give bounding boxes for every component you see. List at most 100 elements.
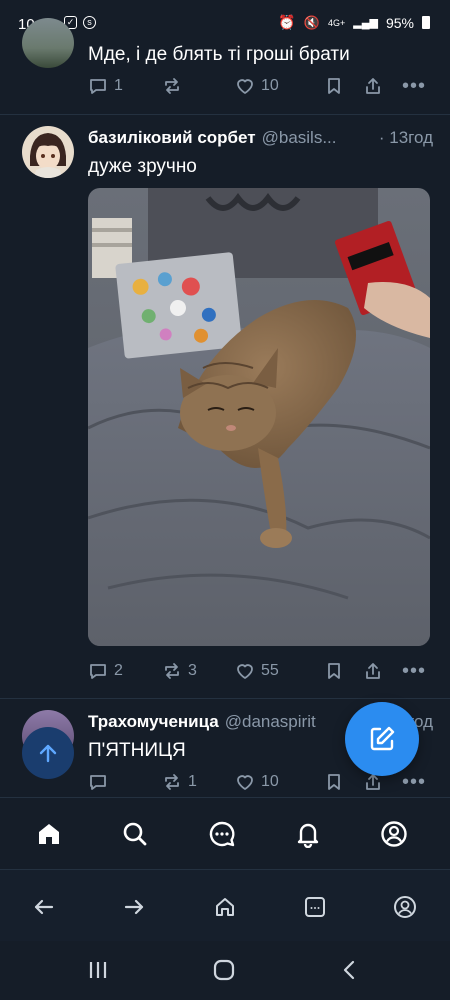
share-icon — [366, 663, 380, 679]
battery-level: 95% — [385, 14, 414, 31]
like-button[interactable]: 10 — [235, 76, 279, 96]
system-home-button[interactable] — [212, 958, 236, 987]
profile-icon — [381, 821, 407, 847]
nav-notifications[interactable] — [290, 816, 326, 852]
post-time: · 13год — [378, 128, 433, 147]
repost-icon — [165, 663, 179, 679]
repost-button[interactable]: 3 — [162, 661, 197, 681]
more-options-button[interactable]: ••• — [402, 660, 426, 683]
system-back-button[interactable] — [338, 958, 362, 987]
search-icon — [123, 822, 147, 846]
browser-back-button[interactable] — [27, 890, 61, 924]
nav-chat[interactable] — [204, 816, 240, 852]
anime-avatar-icon — [30, 133, 66, 178]
like-count: 55 — [261, 662, 279, 679]
reply-count: 1 — [114, 77, 123, 94]
chevron-left-icon — [343, 960, 355, 980]
mute-icon: 🔇 — [303, 14, 320, 30]
more-options-button[interactable]: ••• — [402, 75, 426, 98]
nav-search[interactable] — [117, 816, 153, 852]
browser-account-button[interactable] — [388, 890, 422, 924]
repost-button[interactable]: 1 — [162, 772, 197, 792]
repost-count: 3 — [188, 662, 197, 679]
author-name[interactable]: Трахомученица — [88, 712, 219, 732]
network-type: 4G+ — [327, 17, 346, 28]
author-name[interactable]: базиліковий сорбет — [88, 128, 256, 148]
bookmark-icon — [328, 774, 340, 790]
arrow-right-icon — [124, 899, 144, 915]
reply-count: 2 — [114, 662, 123, 679]
bookmark-icon — [328, 663, 340, 679]
compose-icon — [370, 726, 395, 751]
nav-profile[interactable] — [376, 816, 412, 852]
app-bottom-nav — [0, 797, 450, 870]
post-avatar[interactable] — [22, 126, 74, 178]
bookmark-icon — [328, 78, 340, 94]
tabs-icon — [305, 897, 325, 917]
compose-post-button[interactable] — [345, 702, 419, 776]
heart-icon — [237, 775, 253, 790]
bookmark-button[interactable] — [324, 772, 344, 792]
post-actions: 2 3 55 ••• — [88, 657, 430, 685]
more-icon: ••• — [402, 659, 427, 682]
author-handle[interactable]: @danaspirit — [225, 712, 316, 732]
reply-icon — [90, 775, 106, 790]
post-text: Мде, і де блять ті гроші брати — [88, 44, 350, 65]
reply-icon — [90, 79, 106, 94]
like-button[interactable]: 10 — [235, 772, 279, 792]
browser-forward-button[interactable] — [117, 890, 151, 924]
battery-icon — [422, 16, 430, 29]
home-icon — [39, 824, 59, 844]
share-icon — [366, 78, 380, 94]
recent-apps-button[interactable] — [86, 959, 110, 986]
alarm-icon: ⏰ — [278, 14, 296, 30]
bookmark-button[interactable] — [324, 76, 344, 96]
author-handle[interactable]: @basils... — [262, 128, 337, 148]
reply-icon — [90, 664, 106, 679]
post-text: П'ЯТНИЦЯ — [88, 740, 186, 761]
heart-icon — [237, 664, 253, 679]
post-image[interactable] — [88, 188, 430, 646]
signal-icon: ▂▄▆ — [353, 17, 378, 29]
system-nav-bar — [0, 941, 450, 1000]
bookmark-button[interactable] — [324, 661, 344, 681]
home-square-icon — [213, 959, 235, 981]
nav-home[interactable] — [31, 816, 67, 852]
reply-button[interactable]: 2 — [88, 661, 123, 681]
browser-home-button[interactable] — [208, 890, 242, 924]
divider — [0, 114, 450, 115]
scroll-to-top-button[interactable] — [22, 727, 74, 779]
repost-count: 1 — [188, 773, 197, 790]
share-button[interactable] — [363, 661, 383, 681]
more-icon: ••• — [402, 74, 427, 97]
post-avatar[interactable] — [22, 18, 74, 68]
status-right: ⏰ 🔇 4G+ ▂▄▆ 95% — [278, 14, 430, 31]
share-button[interactable] — [363, 76, 383, 96]
post-text: дуже зручно — [88, 156, 197, 177]
recent-apps-icon — [89, 962, 107, 978]
like-count: 10 — [261, 773, 279, 790]
reply-button[interactable]: 1 — [88, 76, 123, 96]
shazam-icon: s — [83, 16, 96, 29]
like-count: 10 — [261, 77, 279, 94]
heart-icon — [237, 79, 253, 94]
browser-tabs-button[interactable] — [298, 890, 332, 924]
arrow-up-icon — [39, 744, 57, 763]
more-options-button[interactable]: ••• — [402, 771, 426, 794]
chat-icon — [209, 821, 235, 847]
home-outline-icon — [216, 898, 234, 916]
account-icon — [394, 896, 416, 918]
browser-toolbar — [0, 869, 450, 942]
bell-icon — [297, 823, 319, 848]
divider — [0, 698, 450, 699]
more-icon: ••• — [402, 770, 427, 793]
repost-icon — [165, 78, 179, 94]
post-actions: 1 10 ••• — [88, 72, 430, 100]
cat-photo-illustration — [88, 188, 430, 646]
post-header: базиліковий сорбет @basils... · 13год — [88, 128, 433, 148]
repost-button[interactable] — [162, 76, 188, 96]
reply-button[interactable] — [88, 772, 114, 792]
like-button[interactable]: 55 — [235, 661, 279, 681]
arrow-left-icon — [34, 899, 54, 915]
repost-icon — [165, 774, 179, 790]
